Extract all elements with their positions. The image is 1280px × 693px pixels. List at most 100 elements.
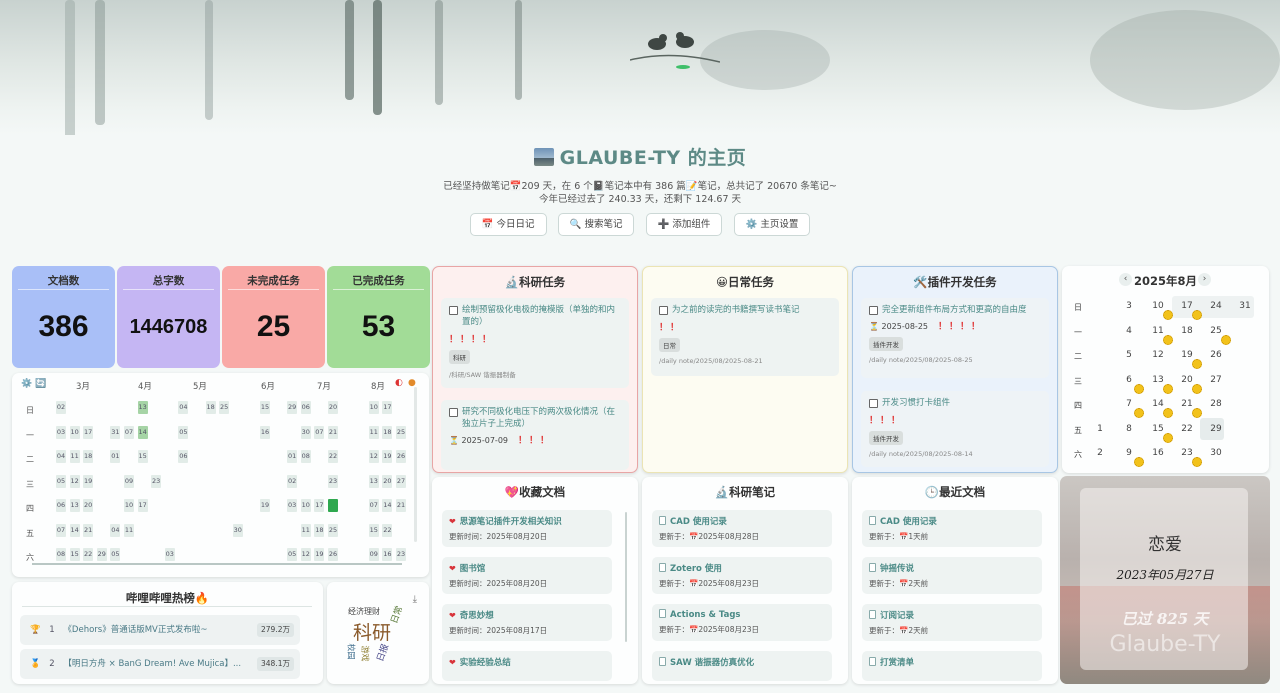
heatmap-cell[interactable]	[206, 524, 216, 537]
heatmap-cell[interactable]: 23	[151, 474, 162, 488]
task-path[interactable]: /daily note/2025/08/2025-08-25	[869, 356, 1041, 364]
heatmap-cell[interactable]: 29	[287, 401, 298, 414]
heatmap-cell[interactable]: 10	[368, 401, 379, 414]
heatmap-cell[interactable]	[355, 426, 365, 439]
heatmap-cell[interactable]	[206, 450, 216, 463]
recent-doc-item[interactable]: 打赏清单	[862, 651, 1042, 681]
heatmap-cell[interactable]	[233, 450, 243, 463]
heatmap-cell[interactable]: 04	[56, 450, 66, 463]
heatmap-cell[interactable]	[165, 499, 175, 512]
heatmap-cell[interactable]: 21	[328, 425, 338, 439]
heatmap-cell[interactable]	[138, 524, 148, 537]
heatmap-cell[interactable]	[124, 401, 134, 414]
calendar-day[interactable]: 27	[1206, 375, 1226, 385]
heatmap-cell[interactable]	[246, 450, 256, 463]
favorite-item[interactable]: ❤ 思源笔记插件开发相关知识 更新时间：2025年08月20日	[442, 510, 612, 547]
calendar-day[interactable]: 16	[1148, 448, 1168, 458]
calendar-day[interactable]: 24	[1206, 301, 1226, 311]
heatmap-cell[interactable]	[355, 450, 365, 463]
research-note-item[interactable]: CAD 使用记录 更新于：📅2025年08月28日	[652, 510, 832, 547]
heatmap-cell[interactable]: 08	[56, 548, 66, 561]
heatmap-cell[interactable]	[246, 499, 256, 512]
heatmap-cell[interactable]	[274, 524, 284, 537]
calendar-day[interactable]: 15	[1148, 424, 1168, 434]
heatmap-cell[interactable]	[396, 401, 406, 414]
heatmap-cell[interactable]	[97, 499, 107, 512]
heatmap-cell[interactable]: 06	[56, 499, 66, 512]
heatmap-cell[interactable]	[165, 450, 175, 463]
heatmap-cell[interactable]: 21	[83, 523, 94, 537]
calendar-day[interactable]: 29	[1206, 424, 1226, 434]
heatmap-cell[interactable]: 11	[69, 450, 80, 463]
heatmap-cell[interactable]: 30	[300, 425, 311, 439]
heatmap-cell[interactable]	[83, 401, 93, 414]
heatmap-cell[interactable]	[314, 475, 324, 488]
heatmap-cell[interactable]	[233, 475, 243, 488]
task-item[interactable]: 绘制预留极化电极的掩模版（单独的和内置的） ！！！！ 科研 /科研/SAW 谐振…	[441, 298, 629, 388]
heatmap-cell[interactable]: 30	[232, 523, 243, 537]
heatmap-cell[interactable]	[355, 499, 365, 512]
calendar-day[interactable]: 20	[1177, 375, 1197, 385]
wordcloud-word[interactable]: 经济理财	[348, 606, 380, 617]
heatmap-cell[interactable]	[314, 450, 324, 463]
heatmap-cell[interactable]: 25	[219, 401, 230, 414]
today-diary-button[interactable]: 📅 今日日记	[469, 213, 547, 236]
calendar-day[interactable]: 6	[1119, 375, 1139, 385]
heatmap-cell[interactable]: 05	[287, 548, 298, 561]
heatmap-cell[interactable]	[165, 401, 175, 414]
calendar-day[interactable]: 4	[1119, 326, 1139, 336]
heatmap-cell[interactable]: 01	[110, 450, 121, 463]
heatmap-cell[interactable]	[151, 524, 161, 537]
task-tag[interactable]: 科研	[449, 350, 470, 364]
heatmap-cell[interactable]	[97, 450, 107, 463]
heatmap-cell[interactable]	[287, 426, 297, 439]
heatmap-cell[interactable]	[233, 548, 243, 561]
heatmap-toolbar[interactable]: ⚙️ 🔄	[21, 379, 46, 389]
heatmap-cell[interactable]: 10	[300, 499, 311, 512]
heatmap-cell[interactable]: 15	[260, 401, 270, 414]
heatmap-cell[interactable]	[124, 548, 134, 561]
heatmap-cell[interactable]	[192, 401, 202, 414]
heatmap-cell[interactable]	[355, 524, 365, 537]
task-item[interactable]: 完全更新组件布局方式和更高的自由度 ⏳ 2025-08-25！！！！ 插件开发 …	[861, 298, 1049, 378]
calendar-day[interactable]: 22	[1177, 424, 1197, 434]
heatmap-cell[interactable]: 22	[382, 523, 393, 537]
heatmap-cell[interactable]: 02	[56, 401, 66, 414]
heatmap-cell[interactable]	[165, 524, 175, 537]
heatmap-cell[interactable]	[151, 499, 161, 512]
heatmap-cell[interactable]: 17	[382, 401, 393, 414]
heatmap-cell[interactable]	[342, 475, 352, 488]
favorite-item[interactable]: ❤ 奇思妙想 更新时间：2025年08月17日	[442, 604, 612, 641]
heatmap-cell[interactable]: 12	[368, 450, 379, 463]
heatmap-cell[interactable]	[342, 450, 352, 463]
heatmap-cell[interactable]	[314, 401, 324, 414]
task-item[interactable]: 为之前的读完的书籍撰写读书笔记 ！！ 日常 /daily note/2025/0…	[651, 298, 839, 376]
task-tag[interactable]: 插件开发	[869, 337, 903, 351]
heatmap-cell[interactable]: 13	[137, 401, 148, 414]
heatmap-cell[interactable]	[178, 548, 188, 561]
heatmap-cell[interactable]	[165, 426, 175, 439]
heatmap-cell[interactable]	[192, 548, 202, 561]
heatmap-cell[interactable]	[206, 426, 216, 439]
heatmap-cell[interactable]: 11	[368, 425, 379, 439]
heatmap-cell[interactable]	[355, 548, 365, 561]
heatmap-cell[interactable]: 25	[396, 425, 406, 439]
heatmap-cell[interactable]: 03	[287, 499, 298, 512]
bilibili-item[interactable]: 🏅 2 【明日方舟 × BanG Dream! Ave Mujica】... 3…	[20, 649, 300, 679]
calendar-day[interactable]: 30	[1206, 448, 1226, 458]
heatmap-cell[interactable]: 18	[314, 523, 325, 537]
heatmap-cell[interactable]	[246, 548, 256, 561]
palette-icon[interactable]: ●	[408, 378, 416, 388]
heatmap-cell[interactable]	[138, 548, 148, 561]
heatmap-cell[interactable]: 14	[69, 523, 80, 537]
calendar-day[interactable]: 26	[1206, 350, 1226, 360]
recent-doc-item[interactable]: CAD 使用记录 更新于：📅1天前	[862, 510, 1042, 547]
heatmap-cell[interactable]	[274, 426, 284, 439]
heatmap-cell[interactable]: 19	[382, 450, 393, 463]
calendar-day[interactable]: 12	[1148, 350, 1168, 360]
heatmap-cell[interactable]: 23	[396, 548, 406, 561]
heatmap-cell[interactable]: 03	[164, 548, 175, 561]
calendar-day[interactable]: 2	[1090, 448, 1110, 458]
calendar-day[interactable]: 31	[1235, 301, 1255, 311]
heatmap-cell[interactable]: 18	[205, 401, 216, 414]
